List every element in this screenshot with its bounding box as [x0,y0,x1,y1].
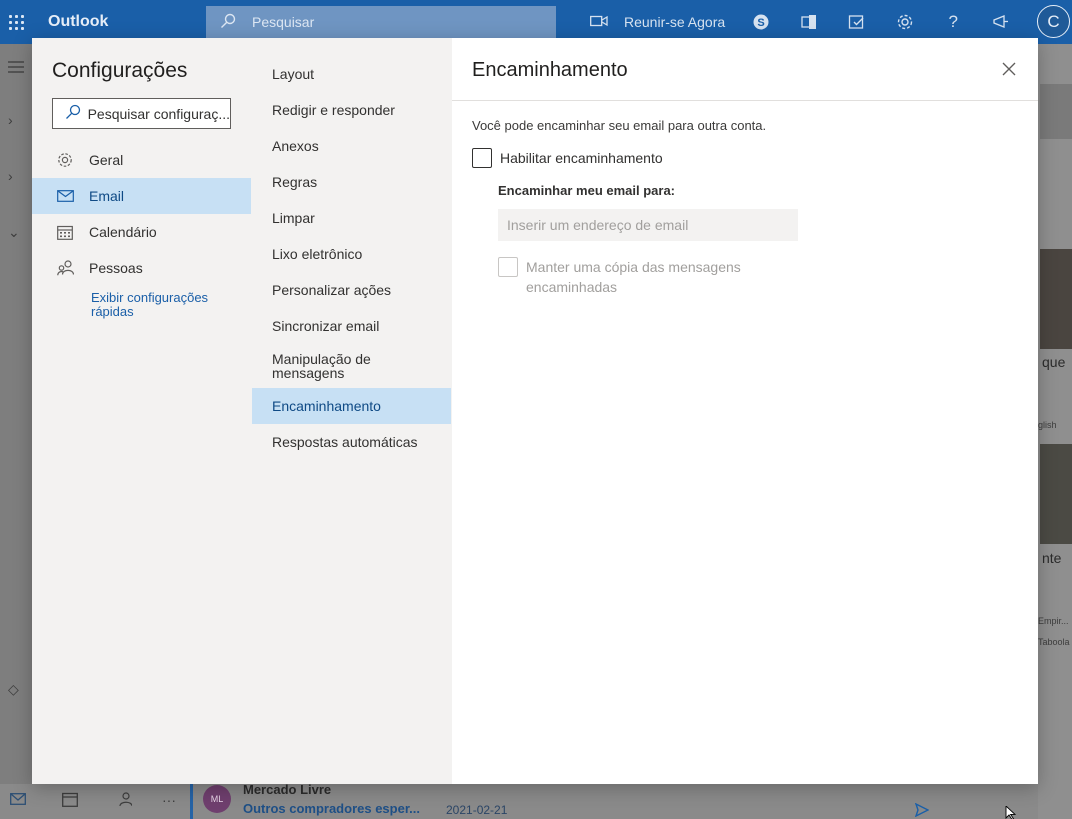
pane-divider [452,100,1038,101]
mail-icon [56,187,74,205]
chevron-right-icon[interactable]: › [8,168,13,184]
forward-to-label: Encaminhar meu email para: [498,183,676,198]
news-snippet: que [1042,354,1066,370]
hamburger-menu-icon[interactable] [8,60,24,76]
people-icon [56,259,74,277]
settings-search-input[interactable]: Pesquisar configuraç... [52,98,231,129]
enable-forwarding-checkbox[interactable] [472,148,492,168]
subcategory-junk-email[interactable]: Lixo eletrônico [252,236,451,272]
forwarding-description: Você pode encaminhar seu email para outr… [472,118,767,133]
news-snippet: nte [1042,550,1062,566]
mail-subject: Outros compradores esper... [243,801,421,816]
app-brand[interactable]: Outlook [48,13,198,31]
quick-settings-link[interactable]: Exibir configurações rápidas [91,291,231,319]
settings-dialog: Configurações Pesquisar configuraç... Ge… [32,38,1038,784]
keep-copy-label: Manter uma cópia das mensagens encaminha… [526,259,741,295]
background-content-strip: que glish nte Empir... Taboola [1038,44,1072,819]
settings-search-placeholder: Pesquisar configuraç... [87,105,230,122]
video-camera-icon [590,14,608,30]
settings-title: Configurações [52,59,188,82]
subcategory-attachments[interactable]: Anexos [252,128,451,164]
close-icon[interactable] [998,58,1020,80]
keep-copy-checkbox[interactable] [498,257,518,277]
sender-avatar: ML [203,785,231,813]
category-label: Email [89,188,125,204]
mail-search-placeholder: Pesquisar [252,14,315,30]
category-people[interactable]: Pessoas [32,250,251,286]
calendar-icon [56,223,74,241]
mail-search-box[interactable]: Pesquisar [206,6,556,38]
category-calendar[interactable]: Calendário [32,214,251,250]
email-subcategories-pane: Layout Redigir e responder Anexos Regras… [252,38,452,784]
subcategory-rules[interactable]: Regras [252,164,451,200]
folder-rail: › › ⌄ ◇ [0,44,32,819]
subcategory-layout[interactable]: Layout [252,56,451,92]
settings-categories-pane: Configurações Pesquisar configuraç... Ge… [32,38,252,784]
account-avatar[interactable]: C [1037,5,1070,38]
mail-sender: Mercado Livre [243,782,332,797]
ad-image [1040,84,1072,139]
svg-text:S: S [758,17,765,29]
app-launcher-icon[interactable] [0,0,32,44]
mail-list-item[interactable]: ML Mercado Livre Outros compradores espe… [190,782,540,819]
people-icon[interactable] [116,792,133,810]
calendar-icon[interactable] [62,792,78,810]
news-source: Empir... [1038,616,1069,626]
forward-to-email-input[interactable] [498,209,798,241]
pane-title: Encaminhamento [472,59,628,81]
subcategory-automatic-replies[interactable]: Respostas automáticas [252,424,451,460]
subcategory-sync-email[interactable]: Sincronizar email [252,308,451,344]
mail-icon[interactable] [10,792,26,808]
category-label: Geral [89,152,124,168]
category-label: Pessoas [89,260,143,276]
premium-diamond-icon[interactable]: ◇ [8,681,19,698]
news-image [1040,249,1072,349]
news-source: glish [1038,420,1057,430]
search-icon [65,104,82,123]
send-arrow-icon[interactable] [914,802,930,819]
enable-forwarding-label[interactable]: Habilitar encaminhamento [500,150,663,166]
more-apps-icon[interactable]: ··· [162,792,176,808]
subcategory-sweep[interactable]: Limpar [252,200,451,236]
gear-icon [56,151,74,169]
category-label: Calendário [89,224,157,240]
category-email[interactable]: Email [32,178,251,214]
mouse-pointer-icon [1005,804,1017,819]
forwarding-settings-pane: Encaminhamento Você pode encaminhar seu … [452,38,1038,784]
category-general[interactable]: Geral [32,142,251,178]
meet-now-button[interactable]: Reunir-se Agora [590,14,725,30]
subcategory-compose-reply[interactable]: Redigir e responder [252,92,451,128]
search-icon [220,13,242,32]
subcategory-customize-actions[interactable]: Personalizar ações [252,272,451,308]
subcategory-message-handling[interactable]: Manipulação de mensagens [252,344,382,388]
chevron-right-icon[interactable]: › [8,112,13,128]
chevron-down-icon[interactable]: ⌄ [8,224,20,241]
news-image [1040,444,1072,544]
meet-now-label: Reunir-se Agora [624,14,726,30]
ad-source: Taboola [1038,637,1070,647]
mail-date: 2021-02-21 [446,803,508,817]
subcategory-forwarding[interactable]: Encaminhamento [252,388,451,424]
